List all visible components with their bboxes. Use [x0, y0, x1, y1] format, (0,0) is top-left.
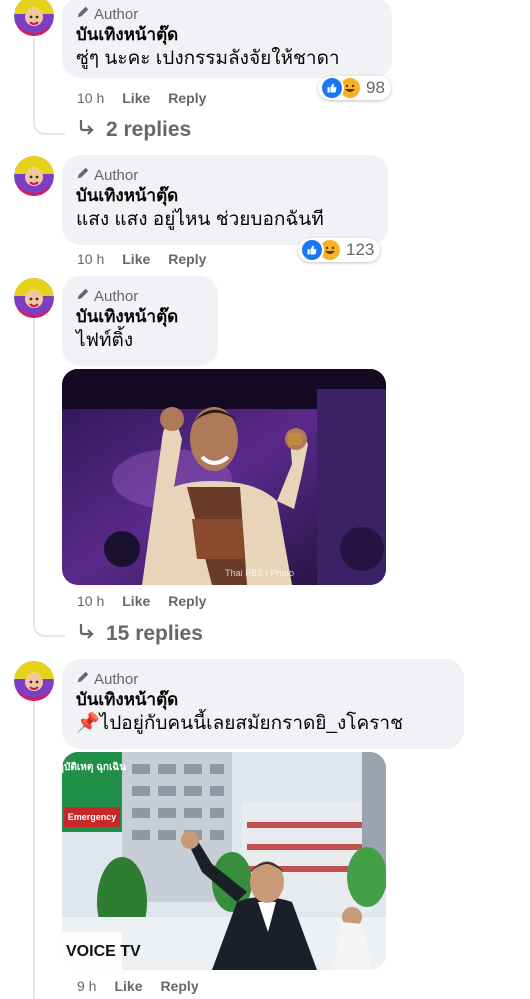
comment-time[interactable]: 9 h: [77, 978, 96, 994]
emergency-sign-thai: อุบัติเหตุ ฉุกเฉิน: [62, 761, 126, 773]
comment-actions: 10 h Like Reply: [77, 90, 206, 106]
like-button[interactable]: Like: [122, 593, 150, 609]
reply-connector: [33, 617, 65, 637]
comment-text: แสง แสง อยู่ไหน ช่วยบอกฉันที: [76, 209, 324, 230]
like-button[interactable]: Like: [122, 251, 150, 267]
comment-text-body: ไปอยู่กับคนนี้เลยสมัยกราดยิ_งโคราช: [99, 713, 403, 734]
pen-icon: [76, 166, 90, 184]
like-button[interactable]: Like: [122, 90, 150, 106]
thread-line: [33, 38, 35, 118]
badge-label: Author: [94, 670, 139, 688]
like-reaction-icon: [300, 238, 324, 262]
author-name[interactable]: บันเทิงหน้าตุ๊ด: [76, 306, 204, 328]
photo-watermark: Thai PBS | Photo: [225, 568, 294, 578]
pen-icon: [76, 5, 90, 23]
comment-time[interactable]: 10 h: [77, 251, 104, 267]
author-badge: Author: [76, 669, 450, 689]
badge-label: Author: [94, 166, 139, 184]
avatar[interactable]: [14, 156, 54, 196]
comment-text: ซู่ๆ นะคะ เปงกรรมลังจัยให้ชาดา: [76, 48, 340, 69]
author-name[interactable]: บันเทิงหน้าตุ๊ด: [76, 689, 450, 711]
comment-bubble: Author บันเทิงหน้าตุ๊ด ซู่ๆ นะคะ เปงกรรม…: [62, 0, 392, 78]
comment-actions: 10 h Like Reply: [77, 251, 206, 267]
reaction-count: 123: [346, 240, 375, 259]
comment-text: ไฟท์ติ้ง: [76, 330, 134, 351]
emergency-sign-english: Emergency: [68, 812, 117, 822]
view-replies-link[interactable]: 15 replies: [78, 622, 203, 646]
badge-label: Author: [94, 5, 139, 23]
pin-icon: 📌: [76, 713, 100, 734]
badge-label: Author: [94, 287, 139, 305]
view-replies-link[interactable]: 2 replies: [78, 118, 191, 142]
reply-arrow-icon: [78, 118, 96, 142]
reply-button[interactable]: Reply: [160, 978, 198, 994]
reply-button[interactable]: Reply: [168, 90, 206, 106]
comment-actions: 9 h Like Reply: [77, 978, 199, 994]
author-badge: Author: [76, 286, 204, 306]
comment-photo[interactable]: อุบัติเหตุ ฉุกเฉิน Emergency VOICE TV: [62, 752, 386, 970]
comment-time[interactable]: 10 h: [77, 90, 104, 106]
replies-count-label: 2 replies: [106, 118, 192, 141]
author-name[interactable]: บันเทิงหน้าตุ๊ด: [76, 24, 378, 46]
reply-arrow-icon: [78, 622, 96, 646]
reaction-summary[interactable]: 98: [318, 76, 391, 100]
author-badge: Author: [76, 165, 374, 185]
reply-button[interactable]: Reply: [168, 593, 206, 609]
reaction-count: 98: [366, 78, 385, 97]
like-reaction-icon: [320, 76, 344, 100]
reply-button[interactable]: Reply: [168, 251, 206, 267]
pen-icon: [76, 670, 90, 688]
comment-bubble: Author บันเทิงหน้าตุ๊ด 📌ไปอยู่กับคนนี้เล…: [62, 659, 464, 749]
comment-time[interactable]: 10 h: [77, 593, 104, 609]
thread-line: [33, 702, 35, 999]
photo-watermark: VOICE TV: [66, 943, 141, 960]
avatar[interactable]: [14, 661, 54, 701]
comment-photo[interactable]: Thai PBS | Photo: [62, 369, 386, 585]
reaction-summary[interactable]: 123: [298, 238, 381, 262]
author-badge: Author: [76, 4, 378, 24]
reply-connector: [33, 115, 65, 135]
avatar[interactable]: [14, 0, 54, 36]
comment-bubble: Author บันเทิงหน้าตุ๊ด แสง แสง อยู่ไหน ช…: [62, 155, 388, 245]
thread-line: [33, 318, 35, 618]
comment-text: 📌ไปอยู่กับคนนี้เลยสมัยกราดยิ_งโคราช: [76, 711, 450, 737]
avatar[interactable]: [14, 278, 54, 318]
comment-actions: 10 h Like Reply: [77, 593, 206, 609]
replies-count-label: 15 replies: [106, 622, 203, 645]
author-name[interactable]: บันเทิงหน้าตุ๊ด: [76, 185, 374, 207]
comment-bubble: Author บันเทิงหน้าตุ๊ด ไฟท์ติ้ง: [62, 276, 218, 366]
pen-icon: [76, 287, 90, 305]
like-button[interactable]: Like: [114, 978, 142, 994]
